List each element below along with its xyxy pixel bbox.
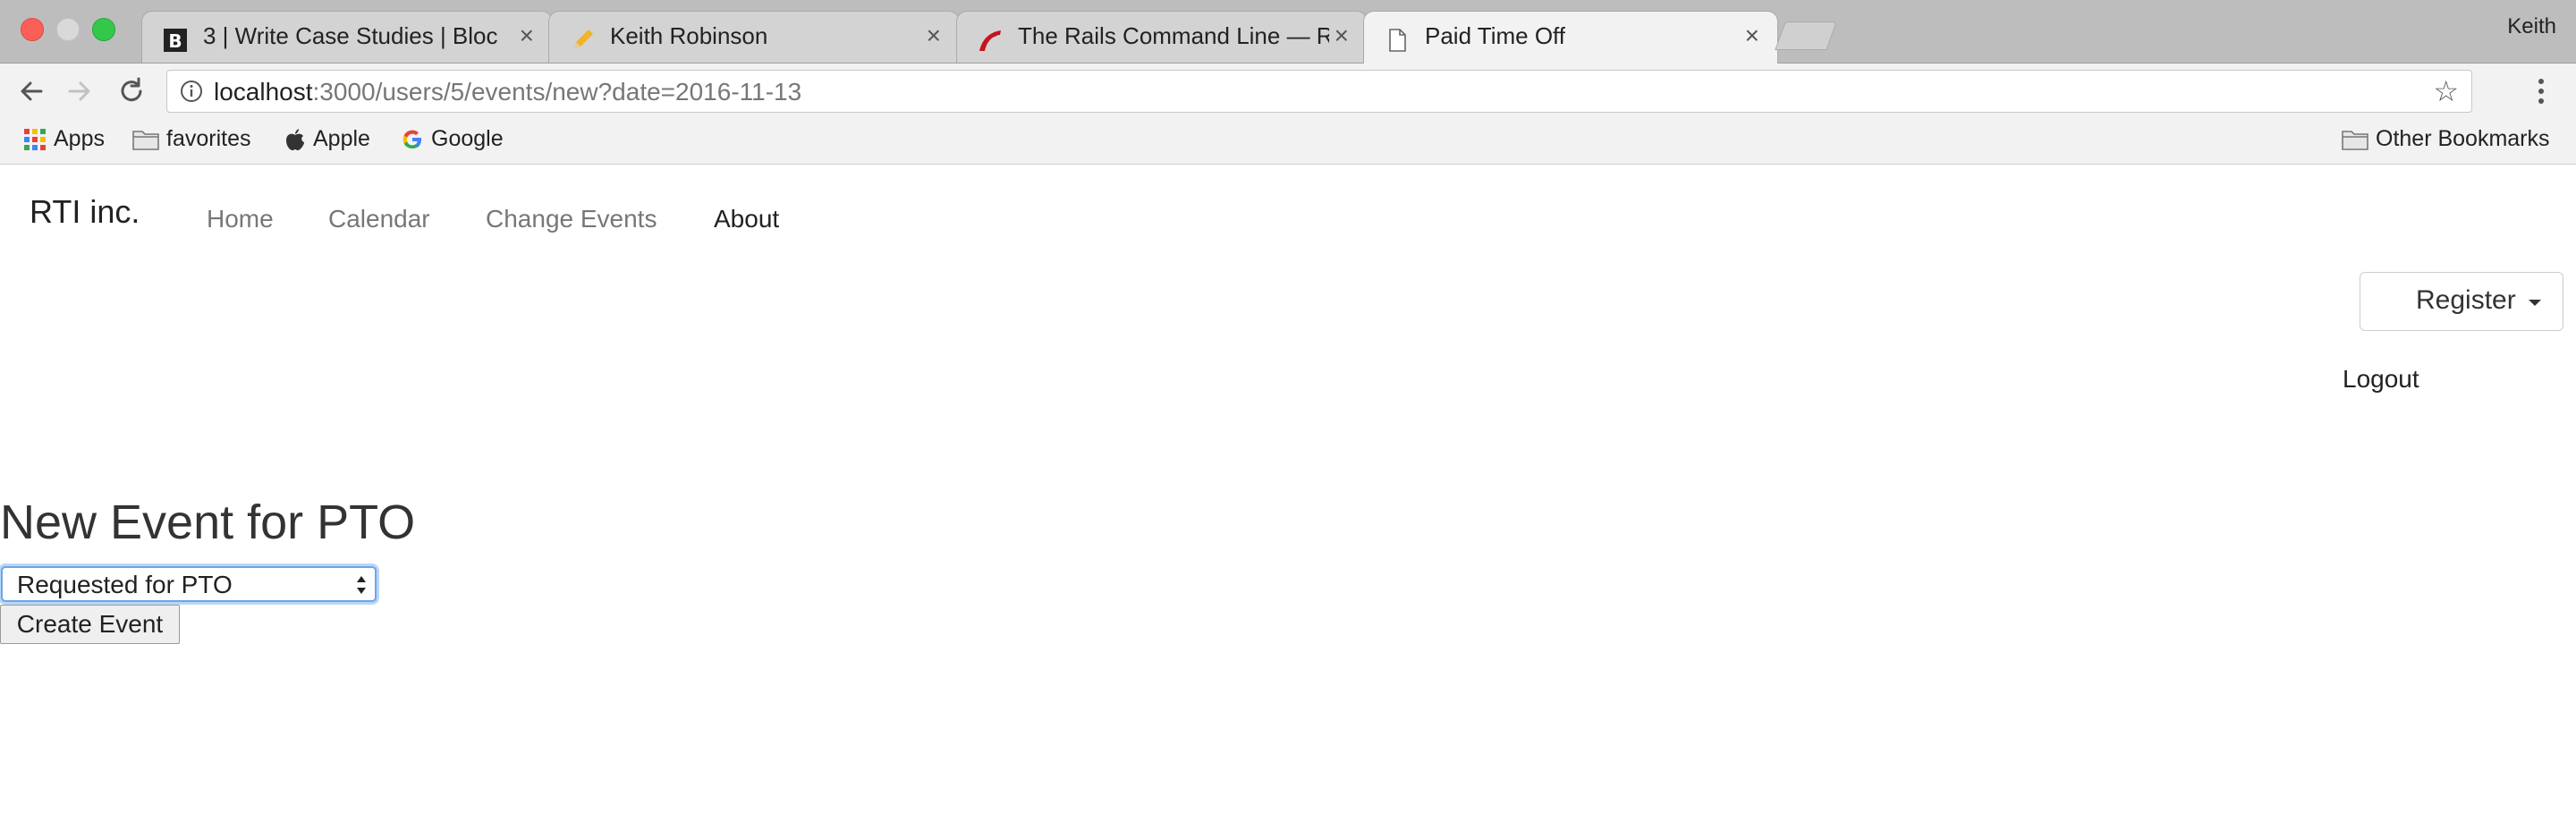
bookmarks-bar: Apps favorites Apple Google Other Bookma… bbox=[0, 119, 2576, 165]
bookmark-label: Google bbox=[431, 126, 504, 151]
pencil-favicon-icon bbox=[573, 30, 593, 49]
other-bookmarks[interactable]: Other Bookmarks bbox=[2342, 126, 2550, 152]
nav-about[interactable]: About bbox=[714, 205, 779, 233]
tab-title: Keith Robinson bbox=[610, 22, 768, 49]
select-value: Requested for PTO bbox=[17, 571, 233, 598]
bookmark-label: Other Bookmarks bbox=[2376, 126, 2550, 151]
folder-icon bbox=[2342, 131, 2368, 151]
register-dropdown-button[interactable]: Register bbox=[2360, 272, 2563, 331]
select-arrows-icon bbox=[357, 576, 366, 594]
url-text[interactable]: localhost:3000/users/5/events/new?date=2… bbox=[214, 78, 801, 106]
close-window-button[interactable] bbox=[21, 18, 44, 41]
tab-title: The Rails Command Line — Ru bbox=[1018, 22, 1329, 49]
nav-change-events[interactable]: Change Events bbox=[486, 205, 657, 233]
new-tab-button[interactable] bbox=[1775, 21, 1837, 50]
kebab-menu-icon[interactable] bbox=[2528, 73, 2555, 109]
tab-title: 3 | Write Case Studies | Bloc bbox=[203, 22, 498, 49]
url-host: localhost bbox=[214, 78, 313, 106]
nav-home[interactable]: Home bbox=[207, 205, 274, 233]
bookmark-favorites[interactable]: favorites bbox=[132, 126, 250, 152]
profile-name[interactable]: Keith bbox=[2507, 14, 2556, 39]
address-bar[interactable]: localhost:3000/users/5/events/new?date=2… bbox=[166, 70, 2472, 113]
bookmark-label: Apple bbox=[313, 126, 370, 151]
tab-title: Paid Time Off bbox=[1425, 22, 1566, 49]
close-tab-icon[interactable]: × bbox=[1335, 22, 1349, 49]
nav-calendar[interactable]: Calendar bbox=[328, 205, 430, 233]
bookmark-google[interactable]: Google bbox=[401, 126, 504, 152]
caret-down-icon bbox=[2529, 300, 2541, 306]
close-tab-icon[interactable]: × bbox=[1745, 22, 1759, 49]
close-tab-icon[interactable]: × bbox=[520, 22, 534, 49]
browser-tab-rails[interactable]: The Rails Command Line — Ru × bbox=[956, 11, 1368, 63]
close-tab-icon[interactable]: × bbox=[927, 22, 941, 49]
page-title: New Event for PTO bbox=[0, 496, 416, 549]
bloc-favicon-icon: B bbox=[164, 29, 187, 52]
register-label: Register bbox=[2416, 285, 2516, 315]
minimize-window-button[interactable] bbox=[56, 18, 80, 41]
brand-logo[interactable]: RTI inc. bbox=[30, 193, 140, 231]
info-icon[interactable] bbox=[180, 80, 203, 103]
reload-icon[interactable] bbox=[116, 76, 147, 106]
forward-arrow-icon[interactable] bbox=[64, 76, 95, 106]
bookmark-label: favorites bbox=[166, 126, 251, 151]
google-icon bbox=[402, 130, 421, 149]
bookmark-apple[interactable]: Apple bbox=[284, 126, 370, 152]
rails-favicon-icon bbox=[979, 30, 1001, 51]
bookmark-label: Apps bbox=[54, 126, 105, 151]
browser-tab-bloc[interactable]: B 3 | Write Case Studies | Bloc × bbox=[141, 11, 553, 63]
apps-grid-icon bbox=[24, 129, 46, 151]
create-event-button[interactable]: Create Event bbox=[0, 605, 180, 644]
back-arrow-icon[interactable] bbox=[16, 76, 47, 106]
bookmark-star-icon[interactable]: ☆ bbox=[2433, 74, 2459, 108]
event-type-select[interactable]: Requested for PTO bbox=[1, 566, 377, 602]
logout-link[interactable]: Logout bbox=[2343, 365, 2419, 394]
page-favicon-icon bbox=[1389, 29, 1406, 52]
browser-tab-paid-time-off[interactable]: Paid Time Off × bbox=[1363, 11, 1778, 64]
browser-tab-strip: B 3 | Write Case Studies | Bloc × Keith … bbox=[0, 0, 2576, 64]
folder-icon bbox=[132, 131, 159, 151]
apple-icon bbox=[286, 129, 304, 151]
svg-text:B: B bbox=[168, 30, 182, 52]
bookmark-apps[interactable]: Apps bbox=[23, 126, 105, 152]
url-path: :3000/users/5/events/new?date=2016-11-13 bbox=[312, 78, 802, 106]
maximize-window-button[interactable] bbox=[92, 18, 115, 41]
browser-tab-keith[interactable]: Keith Robinson × bbox=[548, 11, 960, 63]
